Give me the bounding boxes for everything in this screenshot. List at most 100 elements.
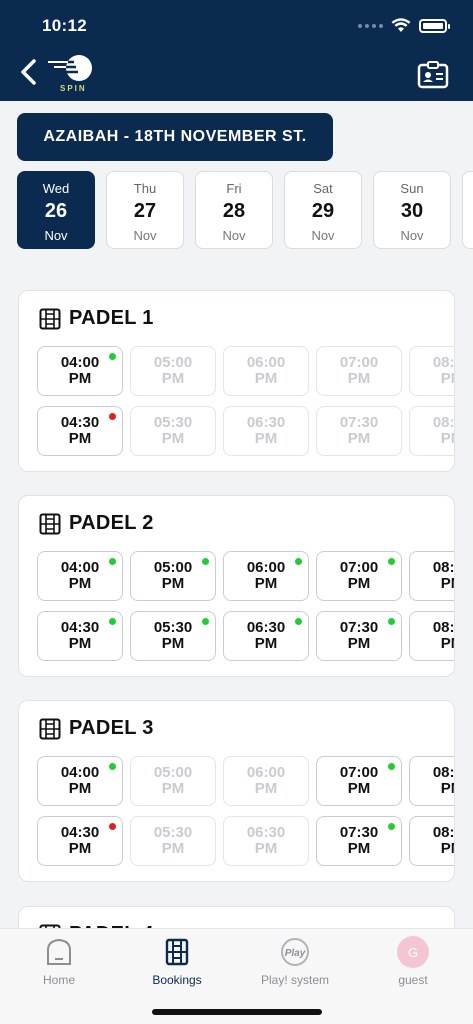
slot-ampm: PM [440, 370, 454, 387]
slot-ampm: PM [161, 780, 185, 797]
slot-ampm: PM [254, 430, 278, 447]
avatar-circle: G [397, 936, 429, 968]
available-indicator [109, 618, 116, 625]
slot-time: 07:00 [339, 559, 379, 576]
court-title: PADEL 3 [39, 717, 154, 740]
slot-ampm: PM [68, 635, 92, 652]
slot-ampm: PM [254, 780, 278, 797]
nav-item-guest[interactable]: Gguest [354, 935, 472, 987]
slot-ampm: PM [440, 430, 454, 447]
slot-ampm: PM [161, 635, 185, 652]
date-item[interactable]: Sat 29 Nov [284, 171, 362, 249]
time-slot[interactable]: 07:30 PM [316, 611, 402, 661]
app-header: 10:12 SPIN [0, 0, 473, 101]
time-slot[interactable]: 04:30 PM [37, 406, 123, 456]
time-slot[interactable]: 04:30 PM [37, 816, 123, 866]
date-day: 30 [400, 200, 424, 222]
logo-text: SPIN [60, 84, 87, 93]
date-item[interactable]: Thu 27 Nov [106, 171, 184, 249]
time-slot: 05:30 PM [130, 816, 216, 866]
court-icon [39, 718, 61, 740]
slot-time: 07:00 [339, 764, 379, 781]
time-slot[interactable]: 08:30PM [409, 816, 455, 866]
slot-time: 08:30 [432, 619, 455, 636]
slot-time: 07:30 [339, 824, 379, 841]
date-item[interactable]: Sun 30 Nov [373, 171, 451, 249]
time-slot[interactable]: 07:30 PM [316, 816, 402, 866]
court-name: PADEL 3 [69, 717, 154, 739]
slot-time: 04:00 [60, 354, 100, 371]
time-slot[interactable]: 06:00 PM [223, 551, 309, 601]
date-weekday: Sat [313, 181, 333, 196]
slot-time: 07:00 [339, 354, 379, 371]
slot-time: 05:30 [153, 414, 193, 431]
slot-time: 04:00 [60, 764, 100, 781]
court-card: PADEL 4 [18, 906, 455, 928]
available-indicator [202, 618, 209, 625]
court-icon [39, 513, 61, 535]
available-indicator [388, 823, 395, 830]
slot-time: 05:00 [153, 559, 193, 576]
slot-ampm: PM [347, 840, 371, 857]
booked-indicator [109, 823, 116, 830]
time-slot[interactable]: 05:30 PM [130, 611, 216, 661]
slot-ampm: PM [68, 370, 92, 387]
back-arrow-icon[interactable] [18, 58, 40, 86]
court-card: PADEL 304:00PM05:00PM06:00PM07:00PM08:00… [18, 700, 455, 882]
date-month: Nov [311, 228, 335, 243]
location-selector[interactable]: AZAIBAH - 18TH NOVEMBER ST. [17, 113, 333, 161]
time-slot[interactable]: 05:00 PM [130, 551, 216, 601]
nav-item-home[interactable]: Home [0, 935, 118, 987]
time-slot[interactable]: 04:30 PM [37, 611, 123, 661]
date-weekday: Sun [400, 181, 424, 196]
time-slot: 05:30 PM [130, 406, 216, 456]
date-month: Nov [222, 228, 246, 243]
nav-item-play-system[interactable]: Play Play! system [236, 935, 354, 987]
date-item[interactable] [462, 171, 473, 249]
time-slot[interactable]: 04:00 PM [37, 346, 123, 396]
slot-ampm: PM [347, 635, 371, 652]
court-name: PADEL 1 [69, 307, 154, 329]
id-card-icon[interactable] [417, 60, 449, 90]
available-indicator [109, 558, 116, 565]
slot-ampm: PM [254, 575, 278, 592]
slot-time: 08:30 [432, 414, 455, 431]
date-month: Nov [44, 228, 68, 243]
nav-item-bookings[interactable]: Bookings [118, 935, 236, 987]
time-slot[interactable]: 04:00 PM [37, 756, 123, 806]
courts-list[interactable]: PADEL 104:00PM05:00PM06:00PM07:00PM08:00… [0, 262, 473, 928]
date-day: 27 [133, 200, 157, 222]
time-slot[interactable]: 08:00PM [409, 756, 454, 806]
court-title: PADEL 1 [39, 307, 154, 330]
time-slot[interactable]: 07:00 PM [316, 756, 402, 806]
date-month: Nov [400, 228, 424, 243]
slot-time: 08:30 [432, 824, 455, 841]
slot-time: 05:00 [153, 764, 193, 781]
slot-ampm: PM [161, 840, 185, 857]
slot-ampm: PM [440, 840, 454, 857]
time-slot: 06:30 PM [223, 816, 309, 866]
nav-label: Play! system [260, 973, 329, 987]
date-weekday: Wed [42, 181, 70, 196]
available-indicator [295, 558, 302, 565]
date-item[interactable]: Wed 26 Nov [17, 171, 95, 249]
slot-ampm: PM [347, 575, 371, 592]
slot-time: 05:30 [153, 619, 193, 636]
battery-icon [419, 18, 450, 33]
date-item[interactable]: Fri 28 Nov [195, 171, 273, 249]
signal-icon [358, 23, 383, 28]
slot-time: 07:30 [339, 414, 379, 431]
date-day: 28 [222, 200, 246, 222]
slot-time: 04:00 [60, 559, 100, 576]
slot-time: 07:30 [339, 619, 379, 636]
time-slot[interactable]: 08:30PM [409, 611, 455, 661]
time-slot[interactable]: 04:00 PM [37, 551, 123, 601]
slot-time: 06:30 [246, 414, 286, 431]
time-slot: 07:30 PM [316, 406, 402, 456]
play-logo-icon: Play [236, 935, 354, 969]
time-slot[interactable]: 06:30 PM [223, 611, 309, 661]
time-slot: 05:00 PM [130, 346, 216, 396]
date-weekday: Fri [226, 181, 242, 196]
time-slot[interactable]: 07:00 PM [316, 551, 402, 601]
time-slot[interactable]: 08:00PM [409, 551, 454, 601]
